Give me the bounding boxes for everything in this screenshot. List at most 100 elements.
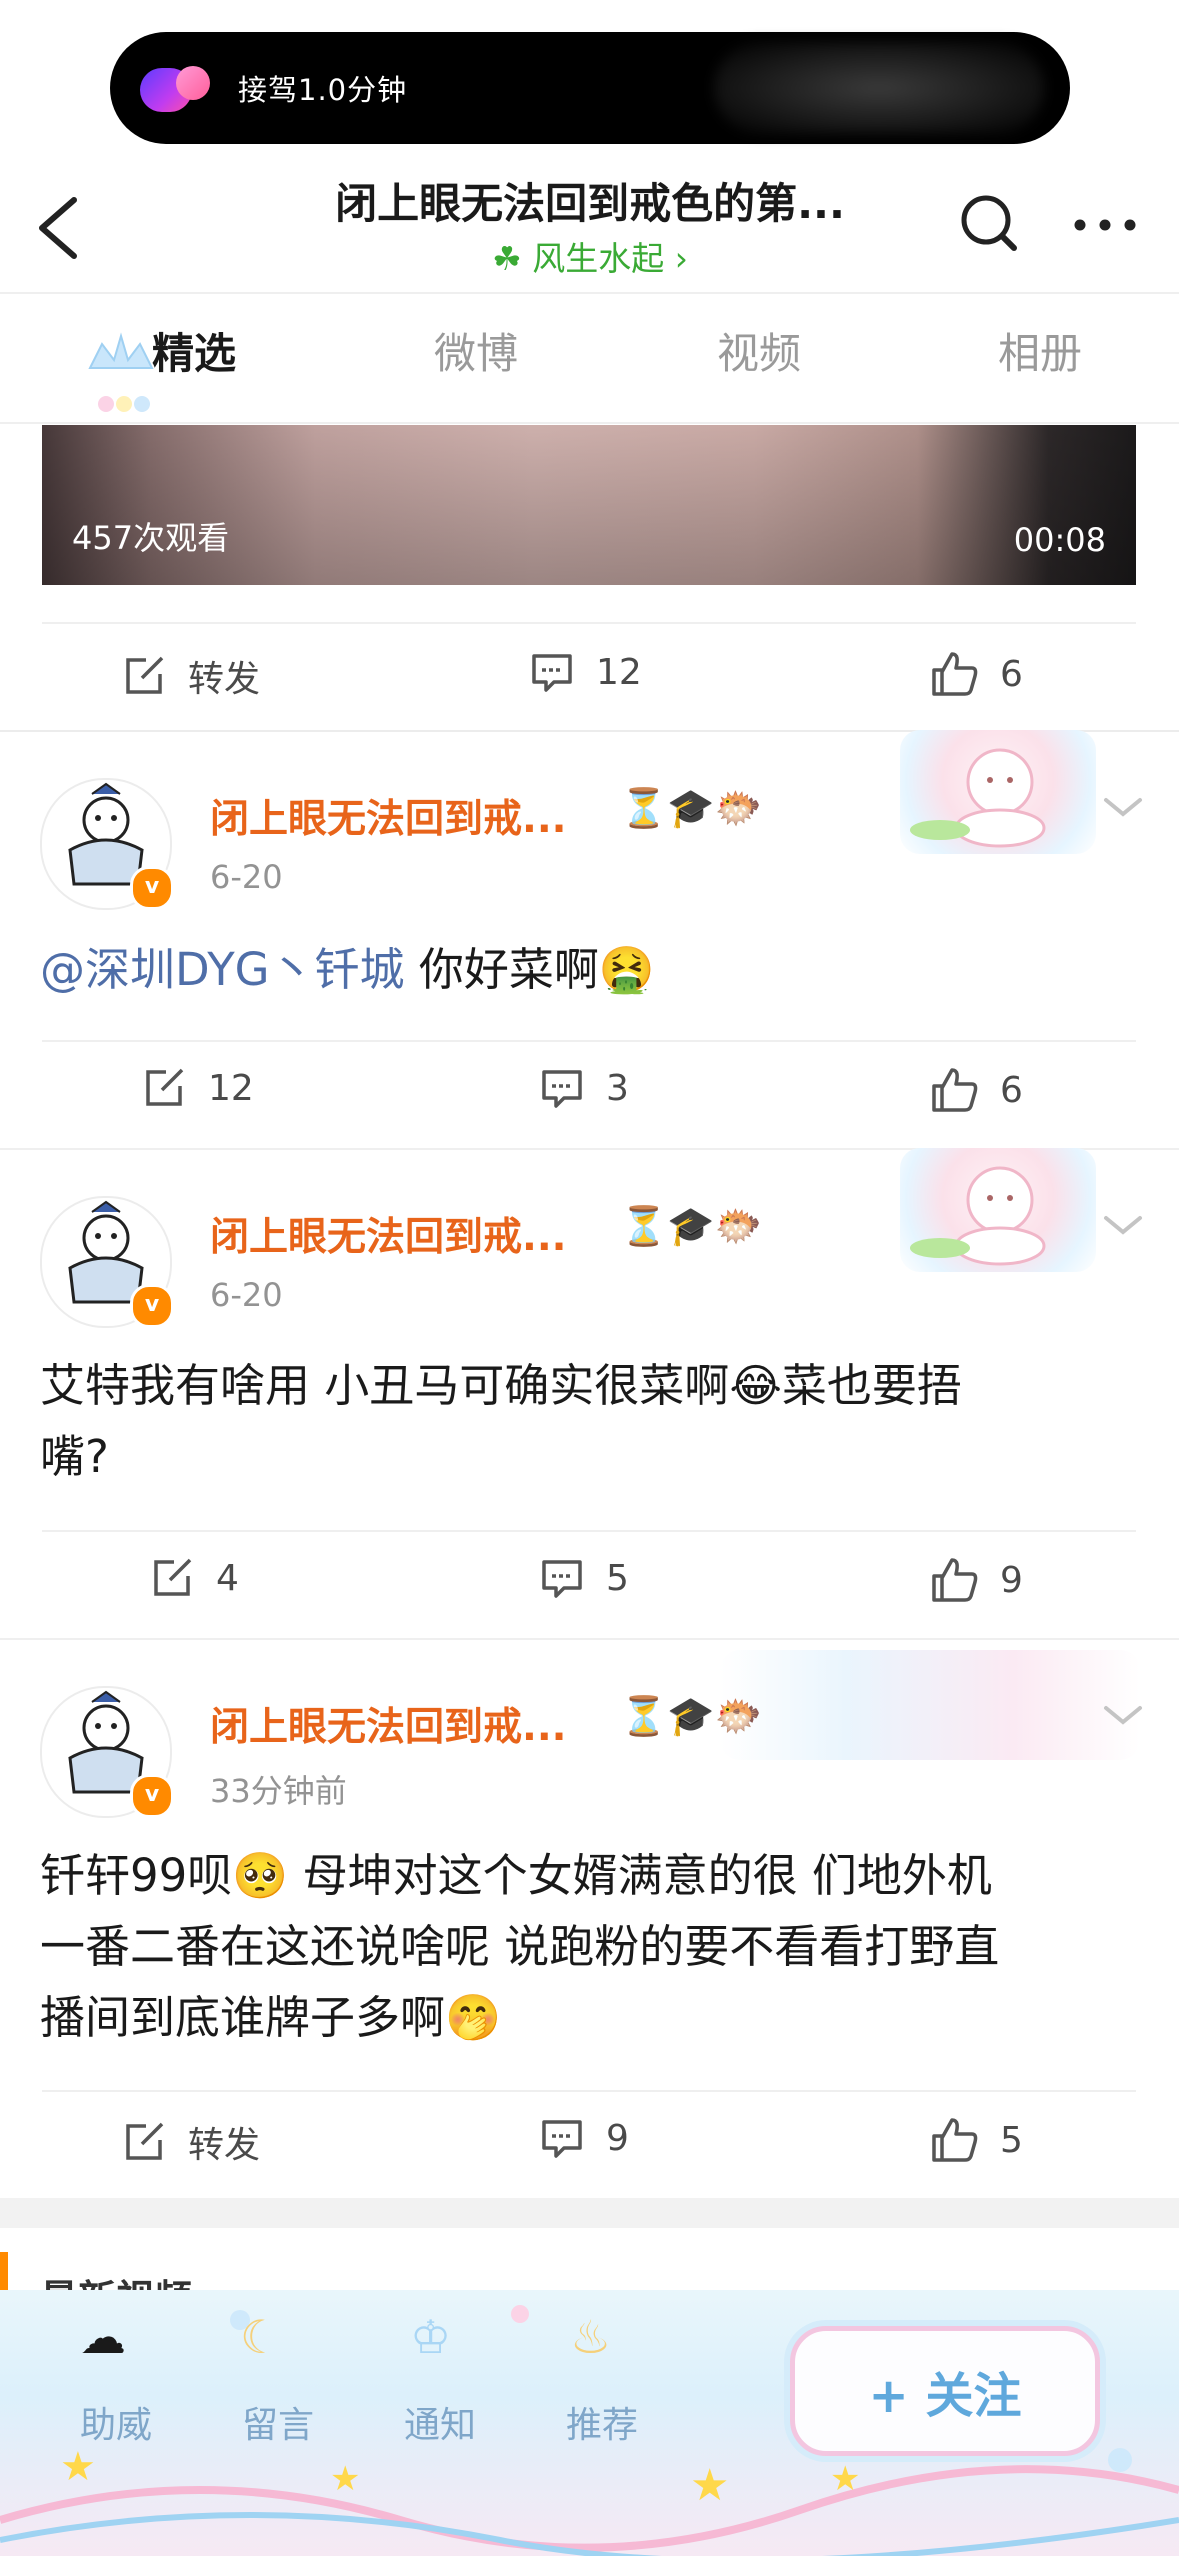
svg-text:★: ★ (830, 2459, 860, 2499)
comment-icon (542, 2120, 582, 2158)
repost-icon (126, 2122, 164, 2160)
like-button[interactable]: 6 (930, 1066, 1023, 1114)
divider (42, 1530, 1136, 1532)
verified-badge-icon: v (130, 1284, 174, 1328)
repost-button[interactable]: 转发 (122, 2116, 260, 2168)
comment-button[interactable]: 3 (540, 1066, 629, 1110)
tab-album[interactable]: 相册 (998, 320, 1082, 381)
tab-video[interactable]: 视频 (717, 320, 801, 381)
like-count: 9 (1000, 1559, 1023, 1601)
like-button[interactable]: 9 (930, 1556, 1023, 1604)
shushing-emoji-icon: 🤭 (445, 1991, 502, 2044)
graduation-cap-icon: 🎓 (667, 1204, 715, 1248)
post-text: 母坤对这个女婿满意的很 们地外机 (288, 1849, 992, 1902)
call-duration-label: 接驾1.0分钟 (238, 73, 408, 107)
post-text: 一番二番在这还说啥呢 说跑粉的要不看看打野直 (40, 1920, 1000, 1973)
comment-button[interactable]: 12 (530, 650, 642, 694)
cheer-button[interactable]: 助威 (80, 2396, 152, 2448)
thumbs-up-icon (932, 1068, 978, 1112)
post-text: 播间到底谁牌子多啊 (40, 1991, 446, 2044)
verified-badge-icon: v (130, 866, 174, 910)
message-button[interactable]: 留言 (242, 2396, 314, 2448)
graduation-cap-icon: 🎓 (667, 1694, 715, 1738)
like-count: 5 (1000, 2119, 1023, 2161)
comment-icon (542, 1560, 582, 1598)
video-thumbnail[interactable]: 457次观看 00:08 (42, 425, 1136, 585)
comment-button[interactable]: 5 (540, 1556, 629, 1600)
pleading-emoji-icon: 🥺 (232, 1849, 289, 1902)
repost-button[interactable]: 4 (150, 1556, 239, 1600)
like-count: 6 (1000, 1069, 1023, 1111)
hourglass-icon: ⏳ (620, 1694, 668, 1738)
post-text: 你好菜啊 (404, 943, 599, 996)
repost-button[interactable]: 转发 (122, 650, 260, 702)
app-logo-icon (132, 58, 220, 118)
post-content: @深圳DYG丶钎城 你好菜啊🤮 (40, 934, 655, 1005)
like-count: 6 (1000, 653, 1023, 695)
tab-weibo[interactable]: 微博 (434, 320, 518, 381)
post-time: 6-20 (210, 858, 283, 896)
post-content: 艾特我有啥用 小丑马可确实很菜啊😂菜也要捂 嘴? (40, 1350, 1140, 1492)
divider (0, 1638, 1179, 1640)
username[interactable]: 闭上眼无法回到戒... (210, 1696, 566, 1752)
chevron-down-icon[interactable] (1100, 1700, 1146, 1730)
username[interactable]: 闭上眼无法回到戒... (210, 1206, 566, 1262)
comment-count: 12 (596, 651, 642, 693)
page-subtitle-text: 风生水起 › (532, 239, 688, 278)
repost-icon (126, 656, 164, 694)
ribbon-decoration (720, 1650, 1140, 1760)
repost-icon (146, 1068, 184, 1106)
hourglass-icon: ⏳ (620, 786, 668, 830)
post-time: 33分钟前 (210, 1772, 347, 1810)
repost-count: 4 (216, 1557, 239, 1599)
thumbs-up-icon (932, 1558, 978, 1602)
badge-icons: ⏳🎓🐡 (620, 1204, 762, 1249)
post-time: 6-20 (210, 1276, 283, 1314)
back-arrow-icon[interactable] (30, 192, 90, 264)
comment-button[interactable]: 9 (540, 2116, 629, 2160)
bell-icon: ♔ (410, 2310, 452, 2364)
chevron-down-icon[interactable] (1100, 792, 1146, 822)
comment-count: 9 (606, 2117, 629, 2159)
svg-text:★: ★ (690, 2460, 729, 2511)
post-content: 钎轩99呗🥺 母坤对这个女婿满意的很 们地外机 一番二番在这还说啥呢 说跑粉的要… (40, 1840, 1150, 2053)
mention-link[interactable]: @深圳DYG丶钎城 (40, 943, 405, 996)
tab-featured[interactable]: 精选 (152, 320, 236, 381)
cat-sticker-decoration (900, 730, 1096, 854)
username[interactable]: 闭上眼无法回到戒... (210, 788, 566, 844)
divider (0, 292, 1179, 294)
clover-icon: ☘ (492, 239, 522, 278)
like-button[interactable]: 5 (930, 2116, 1023, 2164)
follow-button[interactable]: + 关注 (790, 2326, 1100, 2456)
page-title: 闭上眼无法回到戒色的第... (335, 179, 845, 228)
comment-icon (542, 1070, 582, 1108)
post-text: 菜也要捂 (781, 1359, 962, 1412)
badge-icons: ⏳🎓🐡 (620, 786, 762, 831)
chevron-down-icon[interactable] (1100, 1210, 1146, 1240)
verified-badge-icon: v (130, 1774, 174, 1818)
page-subtitle[interactable]: ☘ 风生水起 › (400, 232, 780, 280)
comment-count: 5 (606, 1557, 629, 1599)
repost-label: 转发 (188, 2125, 261, 2166)
notify-button[interactable]: 通知 (404, 2396, 476, 2448)
moon-icon: ☾ (240, 2310, 282, 2364)
lamp-icon: ♨ (570, 2310, 612, 2364)
repost-count: 12 (208, 1067, 254, 1109)
like-button[interactable]: 6 (930, 650, 1023, 698)
search-icon[interactable] (958, 190, 1020, 260)
more-icon[interactable] (1070, 200, 1140, 250)
post-text: 嘴? (40, 1430, 109, 1483)
divider (42, 1040, 1136, 1042)
repost-button[interactable]: 12 (142, 1066, 254, 1110)
recommend-button[interactable]: 推荐 (566, 2396, 638, 2448)
call-status-pill[interactable]: 接驾1.0分钟 (110, 32, 1070, 144)
hourglass-icon: ⏳ (620, 1204, 668, 1248)
repost-label: 转发 (188, 659, 261, 700)
thumbs-up-icon (932, 2118, 978, 2162)
divider (42, 2090, 1136, 2092)
video-duration: 00:08 (1013, 521, 1106, 559)
tears-of-joy-emoji-icon: 😂 (729, 1359, 782, 1412)
crown-icon (88, 332, 154, 412)
cat-sticker-decoration (900, 1148, 1096, 1272)
svg-text:★: ★ (330, 2459, 360, 2499)
